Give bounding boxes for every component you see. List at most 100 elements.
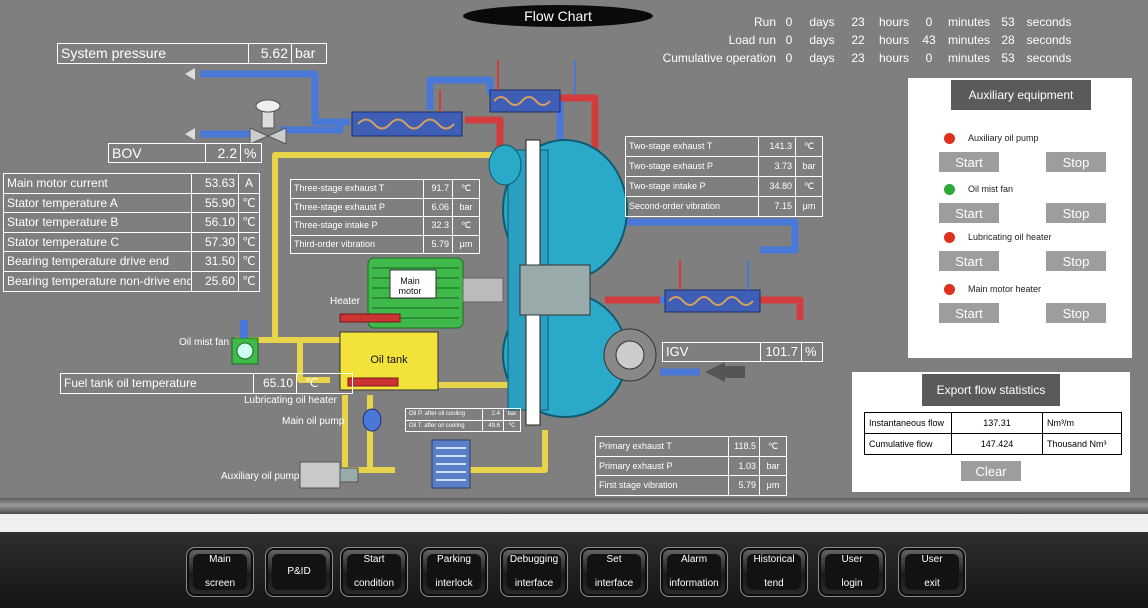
nav-label-line1: Alarm xyxy=(680,554,708,565)
equipment-label: Lubricating oil heater xyxy=(968,232,1052,242)
runtime-hours: 23 xyxy=(851,15,865,29)
motor-value: 56.10 xyxy=(191,213,238,232)
motor-unit: ℃ xyxy=(238,252,259,271)
start-button[interactable]: Start xyxy=(939,203,999,223)
equipment-label: Auxiliary oil pump xyxy=(968,133,1039,143)
nav-button-user-login[interactable]: User login xyxy=(818,547,886,597)
intercooler-1 xyxy=(351,90,463,137)
three-stage-row: Three-stage exhaust P 6.06 bar xyxy=(291,197,479,217)
primary-label: Primary exhaust P xyxy=(599,460,673,471)
three-stage-row: Three-stage exhaust T 91.7 ℃ xyxy=(291,180,479,198)
three-stage-value: 32.3 xyxy=(423,217,452,235)
oil-cooling-value: 49.6 xyxy=(482,420,503,431)
motor-value: 31.50 xyxy=(191,252,238,271)
primary-table: Primary exhaust T 118.5 ℃ Primary exhaust P… xyxy=(595,436,787,496)
main-oil-pump xyxy=(362,408,382,432)
export-flow-title: Export flow statistics xyxy=(922,374,1060,406)
runtime-seconds: 28 xyxy=(1001,33,1015,47)
three-stage-label: Three-stage intake P xyxy=(294,220,378,231)
runtime-seconds-u: seconds xyxy=(1026,33,1072,47)
start-button[interactable]: Start xyxy=(939,251,999,271)
nav-button-set-interface[interactable]: Set interface xyxy=(580,547,648,597)
motor-row: Bearing temperature non-drive end 25.60 ℃ xyxy=(4,270,259,291)
nav-bar xyxy=(0,532,1148,608)
two-stage-unit: ℃ xyxy=(795,177,822,196)
two-stage-unit: ℃ xyxy=(795,137,822,156)
clear-button[interactable]: Clear xyxy=(961,461,1021,481)
nav-label-line2: information xyxy=(669,578,719,589)
nav-button-debugging-interface[interactable]: Debugging interface xyxy=(500,547,568,597)
flow-unit: Thousand Nm³ xyxy=(1042,434,1121,454)
runtime-minutes-u: minutes xyxy=(947,51,991,65)
motor-label: Stator temperature C xyxy=(7,234,120,249)
primary-row: Primary exhaust T 118.5 ℃ xyxy=(596,437,786,456)
oil-cooling-unit: bar xyxy=(503,409,520,420)
nav-button-start-condition[interactable]: Start condition xyxy=(340,547,408,597)
two-stage-label: Second-order vibration xyxy=(629,201,721,211)
primary-row: First stage vibration 5.79 μm xyxy=(596,475,786,495)
oil-cooling-unit: ℃ xyxy=(503,420,520,431)
igv-label: IGV xyxy=(666,344,689,359)
motor-value: 57.30 xyxy=(191,232,238,252)
two-stage-unit: bar xyxy=(795,157,822,176)
stop-button[interactable]: Stop xyxy=(1046,152,1106,172)
stop-button[interactable]: Stop xyxy=(1046,251,1106,271)
nav-label-line1: Main xyxy=(209,554,231,565)
start-button[interactable]: Start xyxy=(939,303,999,323)
primary-label: First stage vibration xyxy=(599,480,678,490)
three-stage-value: 5.79 xyxy=(423,235,452,254)
runtime-seconds: 53 xyxy=(1001,51,1015,65)
three-stage-unit: bar xyxy=(452,198,479,217)
nav-button-alarm-information[interactable]: Alarm information xyxy=(660,547,728,597)
oil-cooling-row: Oil P. after oil cooling 2.4 bar xyxy=(406,409,520,420)
flow-label: Cumulative flow xyxy=(869,439,933,449)
nav-button-parking-interlock[interactable]: Parking interlock xyxy=(420,547,488,597)
two-stage-row: Second-order vibration 7.15 μm xyxy=(626,196,822,216)
motor-value: 53.63 xyxy=(191,174,238,193)
runtime-label: Cumulative operation xyxy=(662,51,776,65)
motor-label: Bearing temperature drive end xyxy=(7,254,170,269)
nav-button-historical-tend[interactable]: Historical tend xyxy=(740,547,808,597)
oil-mist-fan-label: Oil mist fan xyxy=(179,337,230,348)
nav-button-user-exit[interactable]: User exit xyxy=(898,547,966,597)
flow-unit: Nm³/m xyxy=(1042,413,1121,433)
nav-button-p-id[interactable]: P&ID xyxy=(265,547,333,597)
two-stage-row: Two-stage exhaust T 141.3 ℃ xyxy=(626,137,822,156)
nav-label-line2: screen xyxy=(204,578,235,589)
two-stage-label: Two-stage exhaust P xyxy=(629,161,714,171)
three-stage-table: Three-stage exhaust T 91.7 ℃ Three-stage ex… xyxy=(290,179,480,255)
nav-label-line1: P&ID xyxy=(287,566,311,577)
start-button[interactable]: Start xyxy=(939,152,999,172)
heater-label: Heater xyxy=(330,296,361,307)
nav-button-label: Alarm information xyxy=(667,554,721,590)
runtime-days: 0 xyxy=(785,51,793,65)
equipment-label: Main motor heater xyxy=(968,284,1042,294)
intercooler-3 xyxy=(664,260,761,313)
runtime-hours-u: hours xyxy=(878,51,910,65)
runtime-hours-u: hours xyxy=(878,15,910,29)
runtime-minutes: 43 xyxy=(922,33,936,47)
oil-cooling-label: Oil P. after oil cooling xyxy=(409,411,465,417)
status-dot xyxy=(944,232,955,243)
flow-value: 137.31 xyxy=(951,413,1042,433)
runtime-days: 0 xyxy=(785,33,793,47)
stop-button[interactable]: Stop xyxy=(1046,303,1106,323)
oil-cooling-label: Oil T. after oil cooling xyxy=(409,422,465,429)
primary-value: 1.03 xyxy=(728,456,759,475)
auxiliary-oil-pump-label: Auxiliary oil pump xyxy=(221,471,300,482)
motor-unit: ℃ xyxy=(238,271,259,291)
fuel-tank-value: 65.10 xyxy=(253,374,296,393)
runtime-hours: 23 xyxy=(851,51,865,65)
motor-label: Bearing temperature non-drive end xyxy=(7,273,191,288)
flow-table: Instantaneous flow 137.31 Nm³/m Cumulative … xyxy=(864,412,1122,455)
nav-button-label: Historical tend xyxy=(747,554,801,590)
stop-button[interactable]: Stop xyxy=(1046,203,1106,223)
runtime-minutes: 0 xyxy=(925,51,933,65)
flow-label: Instantaneous flow xyxy=(869,418,945,428)
three-stage-label: Three-stage exhaust P xyxy=(294,201,386,212)
primary-value: 118.5 xyxy=(728,437,759,456)
nav-button-main-screen[interactable]: Main screen xyxy=(186,547,254,597)
motor-unit: ℃ xyxy=(238,232,259,252)
three-stage-row: Three-stage intake P 32.3 ℃ xyxy=(291,216,479,235)
primary-unit: bar xyxy=(759,456,786,475)
